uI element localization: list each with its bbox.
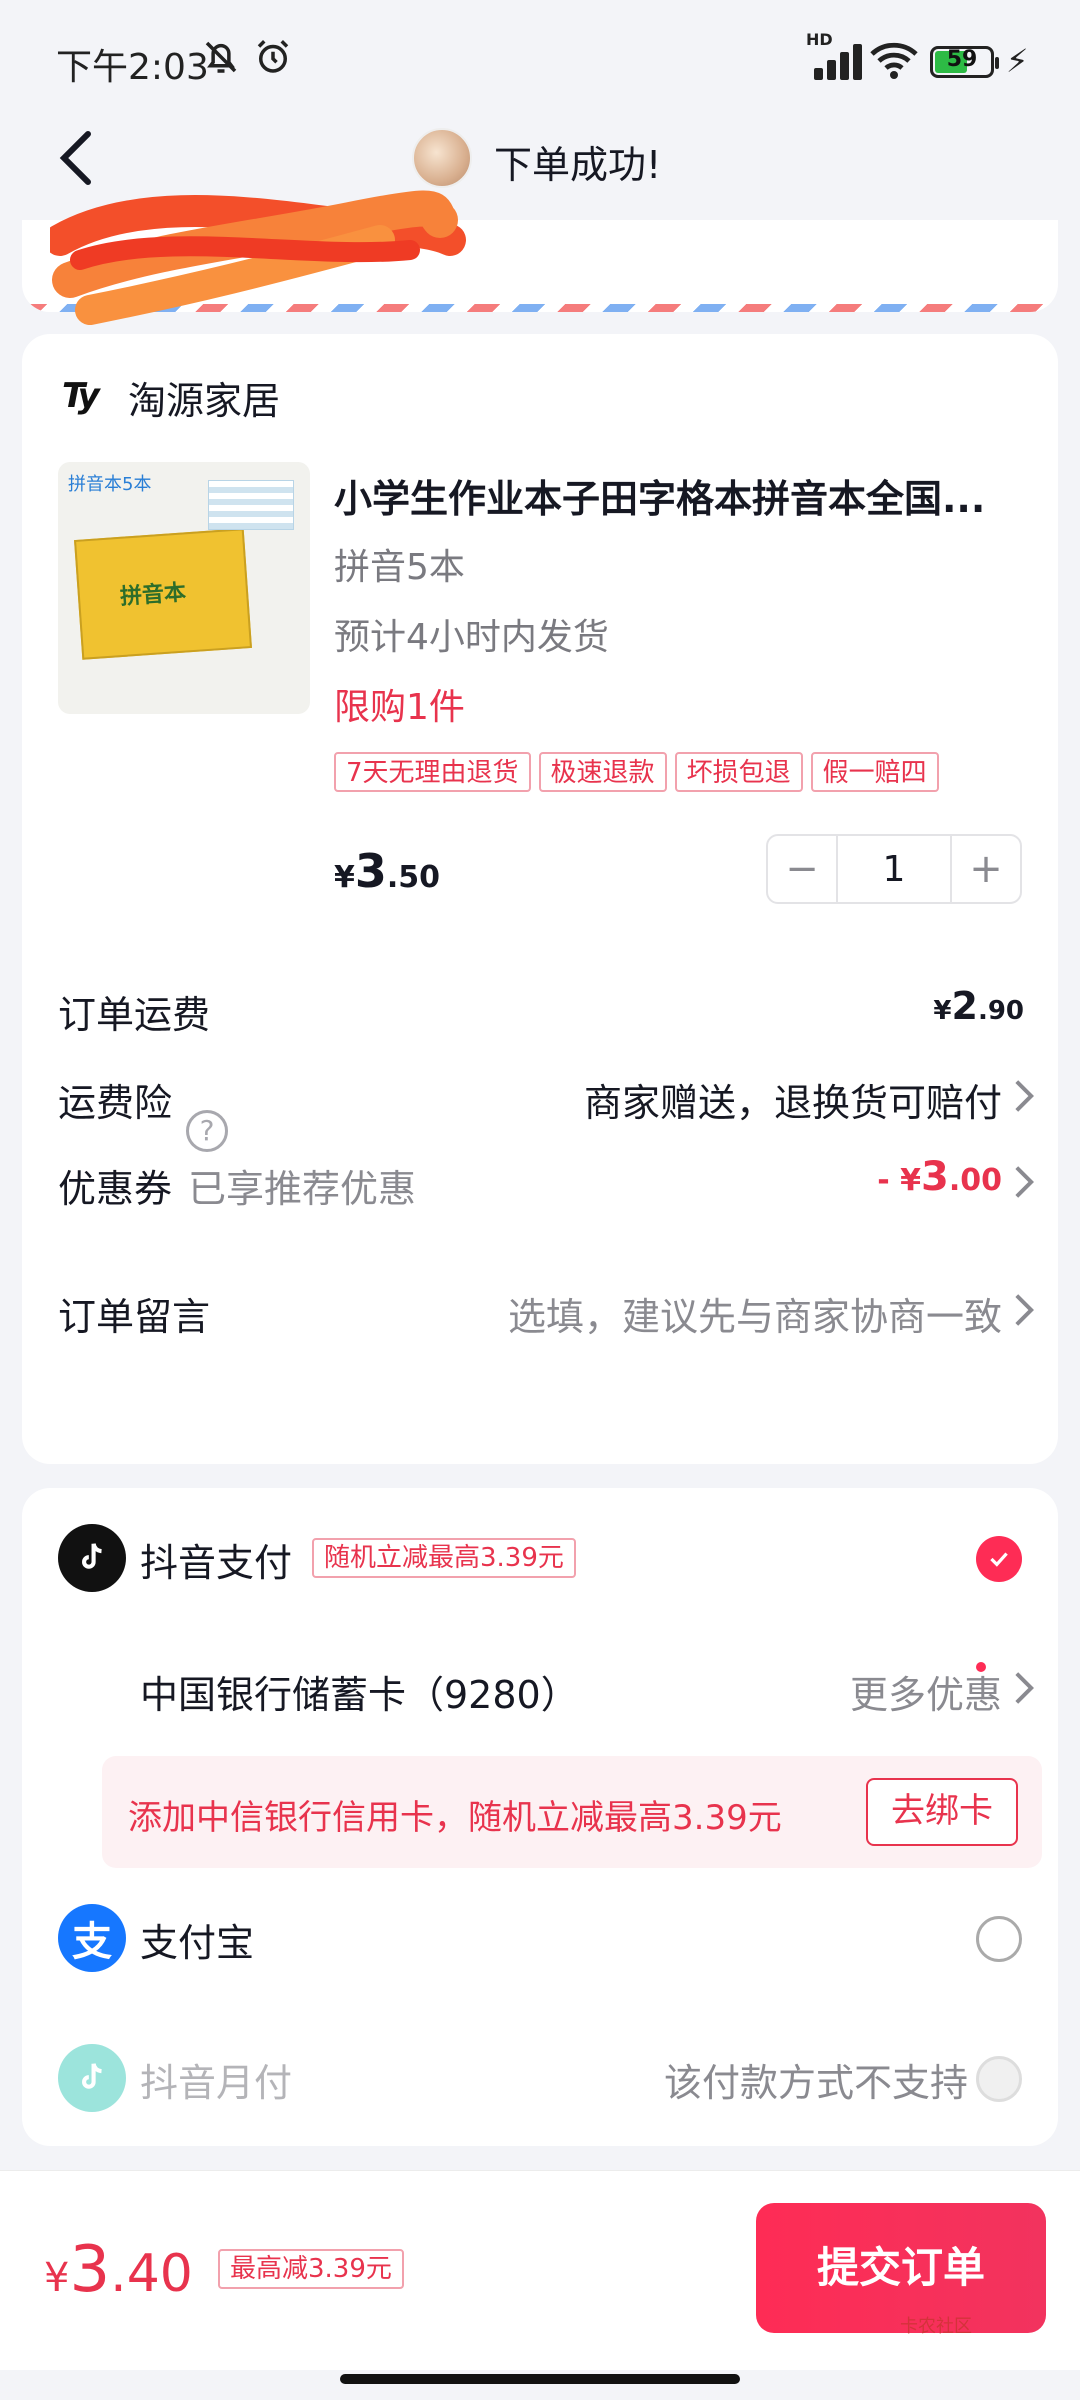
coupon-row[interactable]: 优惠券 已享推荐优惠 - ¥3.00 [22,1154,1058,1254]
service-tags: 7天无理由退货 极速退款 坏损包退 假一赔四 [334,752,939,792]
chevron-right-icon [1015,1294,1035,1326]
monthly-pay-label: 抖音月付 [140,2061,293,2105]
bottom-bar: ¥3.40 最高减3.39元 提交订单 [0,2170,1080,2370]
fee-integer: 2 [951,984,978,1028]
shop-logo: Ty [62,376,100,416]
status-bar: 下午2:03 HD 59 ⚡ [0,0,1080,120]
coupon-value: - ¥3.00 [877,1154,1002,1200]
coupon-integer: 3 [921,1154,949,1200]
watermark: 卡农社区 [900,2316,972,2337]
price-integer: 3 [354,844,387,898]
douyin-logo-icon [58,1524,126,1592]
avatar [412,128,472,188]
increase-button[interactable]: + [952,836,1020,902]
bank-card-label: 中国银行储蓄卡（9280） [140,1673,579,1717]
redaction-scribble [50,190,466,325]
chevron-right-icon [1015,1166,1035,1198]
monthly-pay-unsupported: 该付款方式不支持 [663,2061,968,2105]
order-note-label: 订单留言 [58,1295,211,1339]
product-price: ¥3.50 [334,844,440,898]
page-title: 下单成功! [494,143,662,187]
price-decimal: .50 [386,860,441,895]
radio-disabled-icon [976,2056,1022,2102]
service-tag: 7天无理由退货 [334,752,531,792]
douyin-monthly-logo-icon [58,2044,126,2112]
bind-card-banner: 添加中信银行信用卡，随机立减最高3.39元 去绑卡 [102,1756,1042,1868]
coupon-decimal: .00 [948,1163,1002,1198]
fee-decimal: .90 [977,996,1024,1026]
service-tag: 极速退款 [538,752,667,792]
quantity-stepper: − 1 + [766,834,1022,904]
help-icon[interactable]: ? [186,1110,228,1152]
payment-option-douyin[interactable]: 抖音支付 随机立减最高3.39元 [22,1508,1058,1608]
total-price: ¥3.40 [44,2233,193,2307]
shipping-insurance-label: 运费险 [58,1081,173,1125]
coupon-prefix: - ¥ [877,1163,921,1198]
douyin-pay-promo: 随机立减最高3.39元 [312,1538,576,1578]
chevron-right-icon [1015,1080,1035,1112]
total-currency: ¥ [44,2255,70,2301]
battery-icon: 59 [930,46,999,78]
shipping-insurance-value: 商家赠送，退换货可赔付 [583,1081,1002,1125]
signal-icon [806,40,862,80]
payment-option-monthly: 抖音月付 该付款方式不支持 [22,2028,1058,2128]
wifi-icon [870,42,918,79]
bind-card-button[interactable]: 去绑卡 [866,1778,1018,1846]
alipay-label: 支付宝 [140,1921,255,1965]
back-icon[interactable] [52,128,100,188]
product-title[interactable]: 小学生作业本子田字格本拼音本全国... [334,468,1034,523]
bell-muted-icon [205,41,237,73]
service-tag: 假一赔四 [810,752,939,792]
radio-unselected-icon[interactable] [976,1916,1022,1962]
coupon-status: 已享推荐优惠 [188,1167,417,1211]
fee-currency: ¥ [933,996,952,1026]
max-discount-tag: 最高减3.39元 [218,2249,404,2289]
selected-check-icon[interactable] [976,1536,1022,1582]
book-cover: 拼音本 [74,528,252,660]
shipping-estimate: 预计4小时内发货 [334,617,609,658]
grid-page [208,480,294,530]
alarm-icon [257,40,289,73]
douyin-pay-label: 抖音支付 [140,1541,293,1585]
chevron-right-icon [1015,1672,1035,1704]
price-currency: ¥ [334,860,355,895]
alipay-logo-icon: 支 [58,1904,126,1972]
total-decimal: .40 [110,2244,193,2304]
purchase-limit: 限购1件 [334,687,465,728]
charging-icon: ⚡ [1006,42,1029,80]
shipping-fee-value: ¥2.90 [933,984,1024,1028]
order-note-row[interactable]: 订单留言 选填，建议先与商家协商一致 [22,1284,1058,1384]
book-cover-title: 拼音本 [119,580,187,610]
shop-name[interactable]: 淘源家居 [128,370,280,425]
shipping-insurance-row[interactable]: 运费险 商家赠送，退换货可赔付 [22,1064,1058,1164]
coupon-label: 优惠券 [58,1167,173,1211]
decrease-button[interactable]: − [768,836,836,902]
payment-option-alipay[interactable]: 支 支付宝 [22,1888,1058,1988]
status-time: 下午2:03 [56,47,209,88]
bank-card-row[interactable]: 中国银行储蓄卡（9280） 更多优惠 [22,1638,1058,1738]
payment-card: 抖音支付 随机立减最高3.39元 中国银行储蓄卡（9280） 更多优惠 添加中信… [22,1488,1058,2146]
battery-level: 59 [946,47,978,72]
quantity-value[interactable]: 1 [836,836,952,902]
product-image[interactable]: 拼音本5本 拼音本 [58,462,310,714]
notification-dot [976,1662,986,1672]
product-spec: 拼音5本 [334,547,465,588]
gesture-nav-handle[interactable] [340,2374,740,2384]
total-integer: 3 [69,2233,111,2307]
more-offers-link: 更多优惠 [849,1673,1002,1717]
service-tag: 坏损包退 [674,752,803,792]
shipping-fee-label: 订单运费 [58,993,211,1037]
product-image-label: 拼音本5本 [68,474,152,495]
order-note-placeholder: 选填，建议先与商家协商一致 [507,1295,1002,1339]
bind-card-text: 添加中信银行信用卡，随机立减最高3.39元 [128,1798,782,1838]
order-card: Ty 淘源家居 拼音本5本 拼音本 小学生作业本子田字格本拼音本全国... 拼音… [22,334,1058,1464]
